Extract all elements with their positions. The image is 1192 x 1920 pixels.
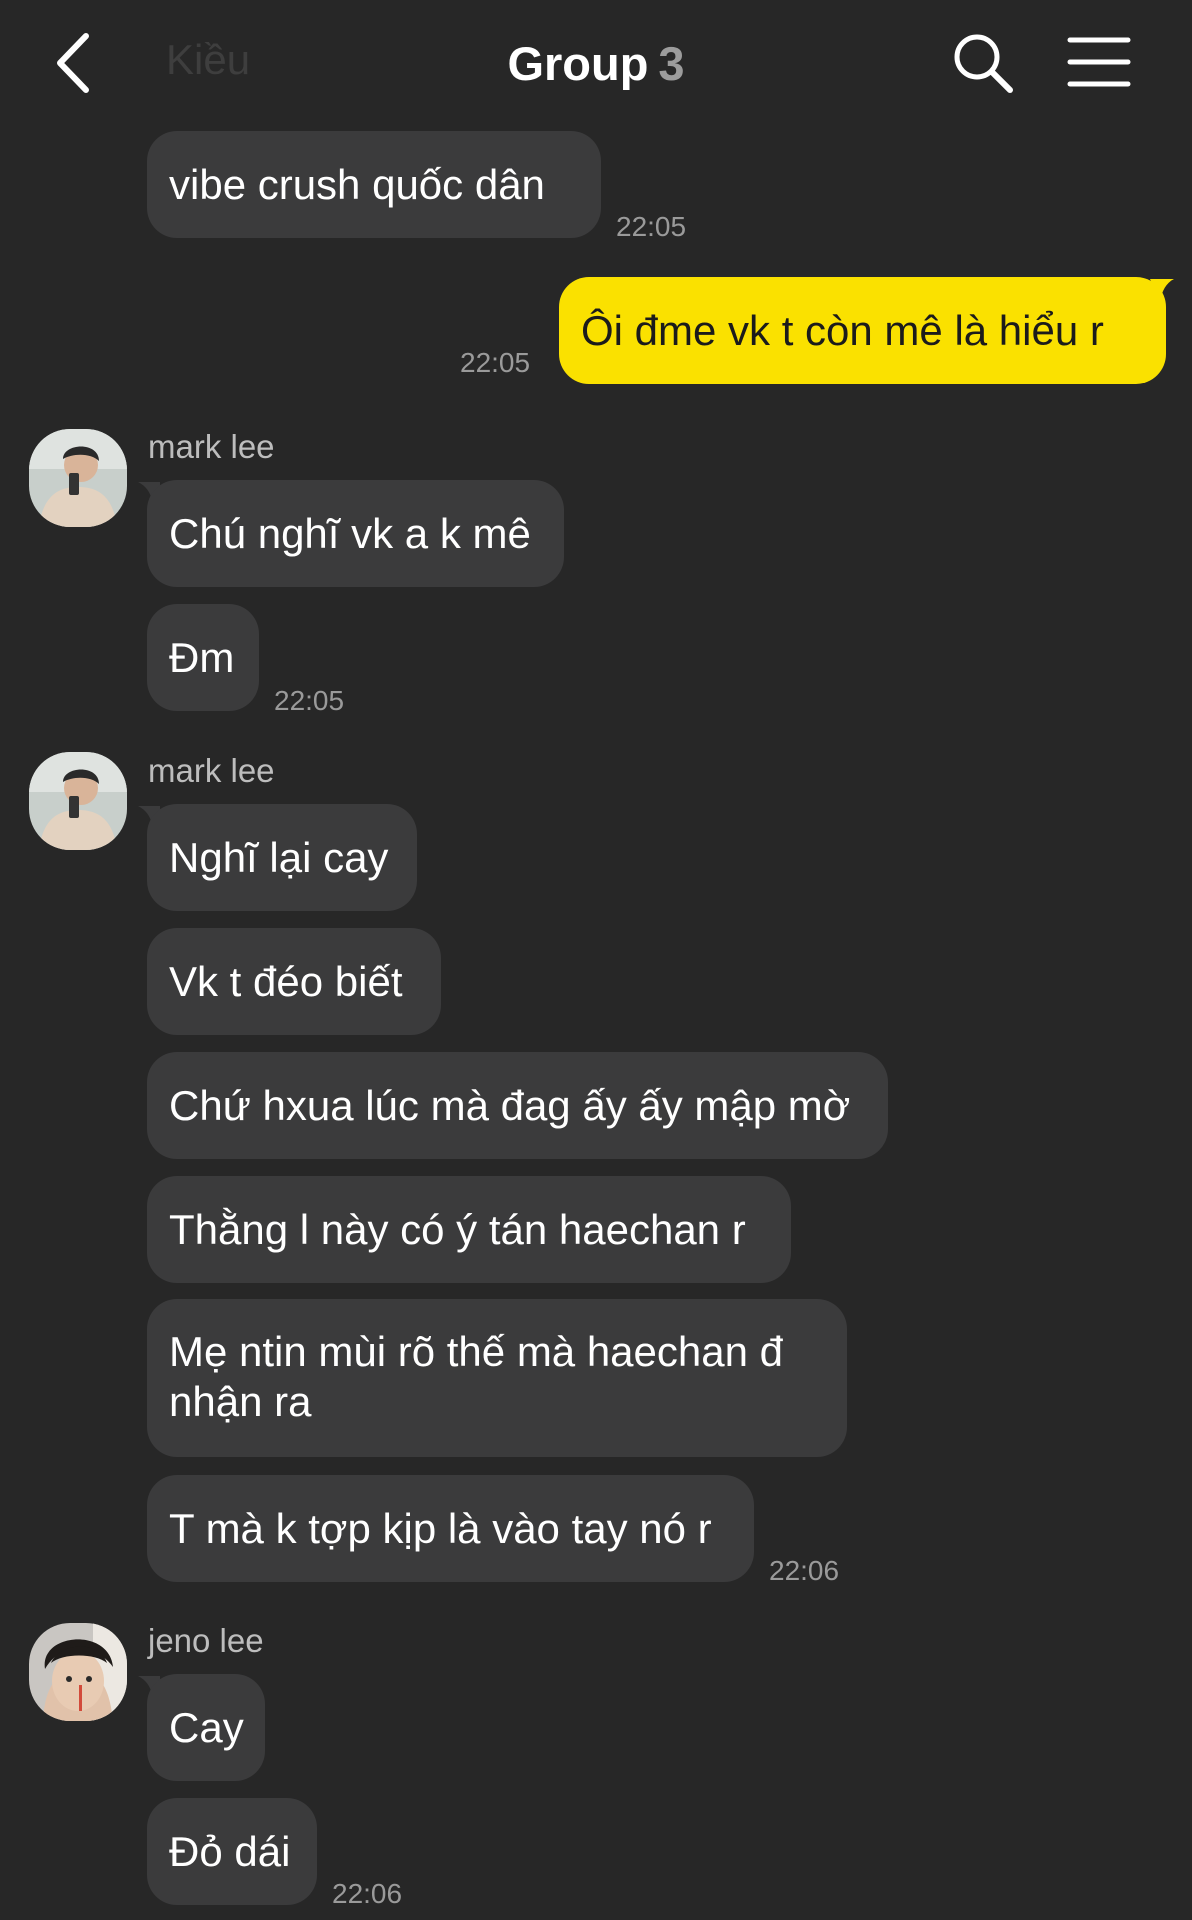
message-timestamp: 22:06 xyxy=(769,1555,840,1586)
message-text: T mà k tợp kịp là vào tay nó r xyxy=(169,1505,712,1552)
message-bubble[interactable]: T mà k tợp kịp là vào tay nó r xyxy=(147,1475,754,1582)
member-count: 3 xyxy=(658,37,685,90)
message-text: Thằng l này có ý tán haechan r xyxy=(169,1206,746,1253)
message-bubble[interactable]: Cay xyxy=(147,1674,265,1781)
message-timestamp: 22:05 xyxy=(460,347,531,378)
message-bubble[interactable]: Đỏ dái xyxy=(147,1798,317,1905)
hamburger-menu-icon xyxy=(1067,37,1131,87)
message-text: Mẹ ntin mùi rõ thế mà haechan đ nhận ra xyxy=(169,1328,784,1425)
chat-header: Kiều Group 3 xyxy=(0,0,1192,125)
message-bubble[interactable]: Chứ hxua lúc mà đag ấy ấy mập mờ xyxy=(147,1052,888,1159)
user-avatar-image xyxy=(29,429,127,527)
search-button[interactable] xyxy=(950,30,1016,96)
menu-button[interactable] xyxy=(1066,34,1132,90)
message-text: Cay xyxy=(169,1704,244,1751)
message-text: vibe crush quốc dân xyxy=(169,161,545,208)
avatar[interactable] xyxy=(29,752,127,850)
message-bubble[interactable]: vibe crush quốc dân xyxy=(147,131,601,238)
sender-name: mark lee xyxy=(148,752,275,789)
message-timestamp: 22:05 xyxy=(616,211,687,242)
message-text: Vk t đéo biết xyxy=(169,958,403,1005)
bubble-tail xyxy=(1150,279,1174,301)
message-bubble[interactable]: Mẹ ntin mùi rõ thế mà haechan đ nhận ra xyxy=(147,1299,847,1457)
message-bubble[interactable]: Chú nghĩ vk a k mê xyxy=(147,480,564,587)
user-avatar-image xyxy=(29,752,127,850)
user-avatar-image xyxy=(29,1623,127,1721)
avatar[interactable] xyxy=(29,429,127,527)
group-name: Group xyxy=(507,37,649,90)
message-text: Chú nghĩ vk a k mê xyxy=(169,510,531,557)
message-bubble[interactable]: Nghĩ lại cay xyxy=(147,804,417,911)
message-timestamp: 22:05 xyxy=(274,685,345,716)
message-text: Đỏ dái xyxy=(169,1828,291,1875)
avatar[interactable] xyxy=(29,1623,127,1721)
sender-name: jeno lee xyxy=(148,1622,264,1659)
sender-name: mark lee xyxy=(148,428,275,465)
message-text: Chứ hxua lúc mà đag ấy ấy mập mờ xyxy=(169,1082,851,1129)
message-timestamp: 22:06 xyxy=(332,1878,403,1909)
message-bubble[interactable]: Vk t đéo biết xyxy=(147,928,441,1035)
search-icon xyxy=(954,34,1013,93)
message-text: Nghĩ lại cay xyxy=(169,834,389,881)
message-text: Đm xyxy=(169,634,235,681)
message-text: Ôi đme vk t còn mê là hiểu r xyxy=(581,307,1104,354)
my-message-bubble[interactable]: Ôi đme vk t còn mê là hiểu r xyxy=(559,277,1166,384)
message-bubble[interactable]: Thằng l này có ý tán haechan r xyxy=(147,1176,791,1283)
message-bubble[interactable]: Đm xyxy=(147,604,259,711)
